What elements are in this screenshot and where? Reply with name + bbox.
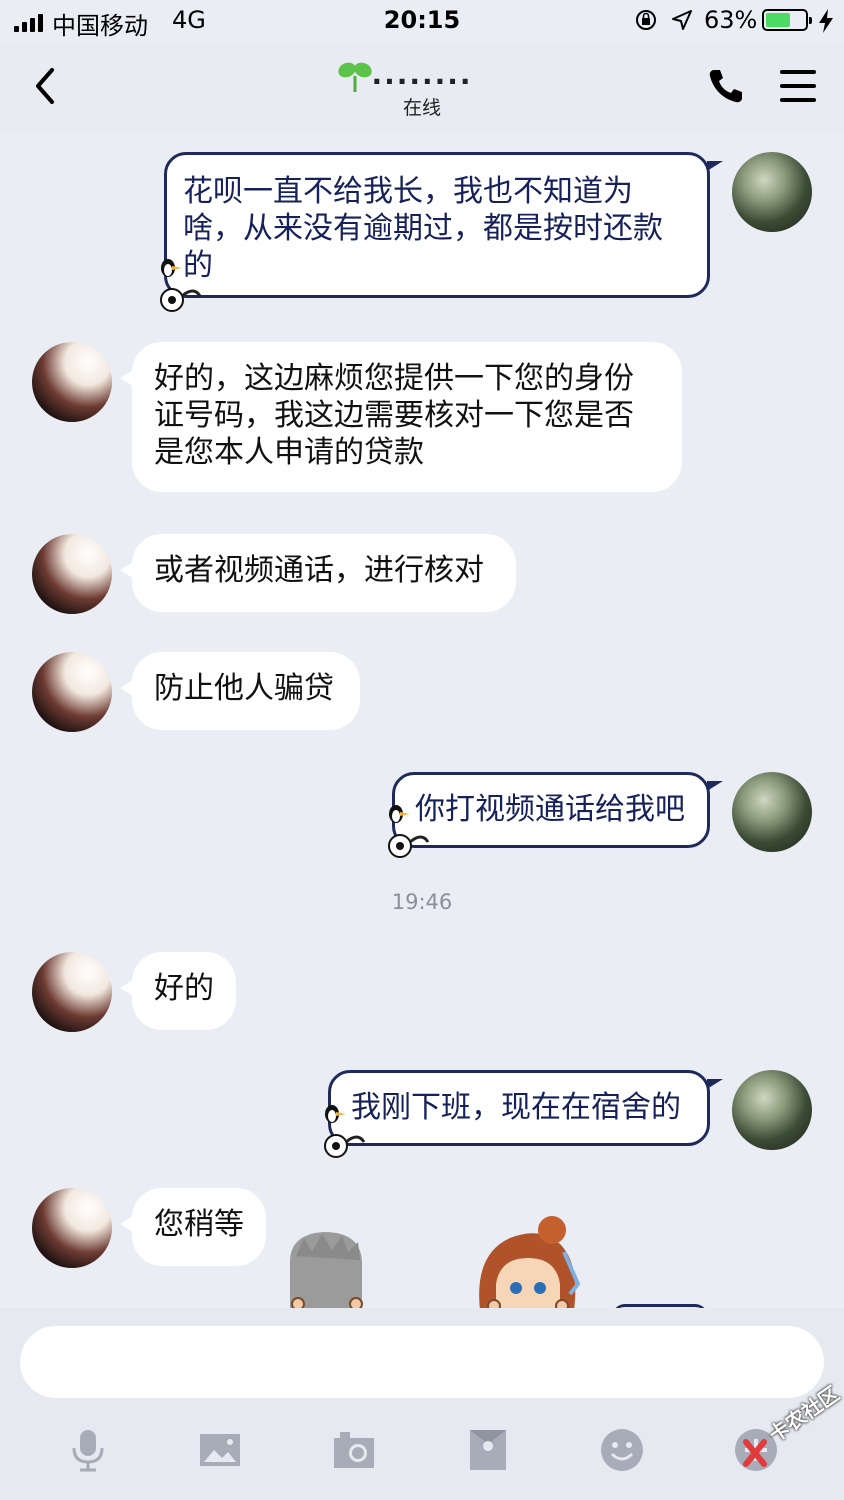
- charging-icon: [819, 9, 833, 33]
- contact-avatar[interactable]: [32, 952, 112, 1032]
- rotation-lock-icon: [636, 10, 656, 30]
- my-avatar[interactable]: [732, 1070, 812, 1150]
- mic-icon[interactable]: [66, 1428, 110, 1472]
- chat-header: ........ 在线: [0, 44, 844, 132]
- message-bubble[interactable]: 我刚下班，现在在宿舍的: [328, 1070, 723, 1146]
- message-bubble[interactable]: 你打视频通话给我吧: [392, 772, 723, 848]
- red-packet-icon[interactable]: [466, 1428, 510, 1472]
- contact-avatar[interactable]: [32, 342, 112, 422]
- contact-avatar[interactable]: [32, 534, 112, 614]
- battery-icon: [762, 9, 812, 31]
- penguin-football-icon: [324, 1105, 366, 1158]
- location-icon: [672, 10, 692, 30]
- image-icon[interactable]: [198, 1428, 242, 1472]
- message-bubble[interactable]: 好的: [120, 952, 236, 1030]
- my-avatar[interactable]: [732, 152, 812, 232]
- menu-icon[interactable]: [780, 70, 816, 102]
- penguin-football-icon: [160, 259, 202, 312]
- watermark: 卡农社区: [742, 1381, 844, 1478]
- message-bubble[interactable]: 您稍等: [120, 1188, 266, 1266]
- penguin-football-icon: [388, 805, 430, 858]
- emoji-icon[interactable]: [600, 1428, 644, 1472]
- timestamp: 19:46: [391, 890, 453, 914]
- message-bubble[interactable]: 或者视频通话，进行核对: [120, 534, 516, 612]
- my-avatar[interactable]: [732, 772, 812, 852]
- phone-icon[interactable]: [706, 66, 746, 106]
- message-bubble[interactable]: 花呗一直不给我长，我也不知道为啥，从来没有逾期过，都是按时还款的: [164, 152, 723, 298]
- message-list[interactable]: 花呗一直不给我长，我也不知道为啥，从来没有逾期过，都是按时还款的 好的，这边麻烦…: [0, 132, 844, 1308]
- status-bar: 中国移动 4G 20:15 63%: [0, 0, 844, 44]
- message-bubble[interactable]: 好的，这边麻烦您提供一下您的身份证号码，我这边需要核对一下您是否是您本人申请的贷…: [120, 342, 682, 492]
- message-bubble[interactable]: 防止他人骗贷: [120, 652, 360, 730]
- camera-icon[interactable]: [332, 1428, 376, 1472]
- peeking-girl-sticker: [479, 1216, 581, 1308]
- contact-avatar[interactable]: [32, 652, 112, 732]
- input-bar: [0, 1308, 844, 1500]
- sprout-icon: [338, 62, 372, 92]
- message-input[interactable]: [20, 1326, 824, 1398]
- contact-avatar[interactable]: [32, 1188, 112, 1268]
- peeking-boy-sticker: [290, 1232, 363, 1308]
- battery-percent: 63%: [704, 6, 758, 34]
- watermark-logo-icon: [743, 1439, 767, 1467]
